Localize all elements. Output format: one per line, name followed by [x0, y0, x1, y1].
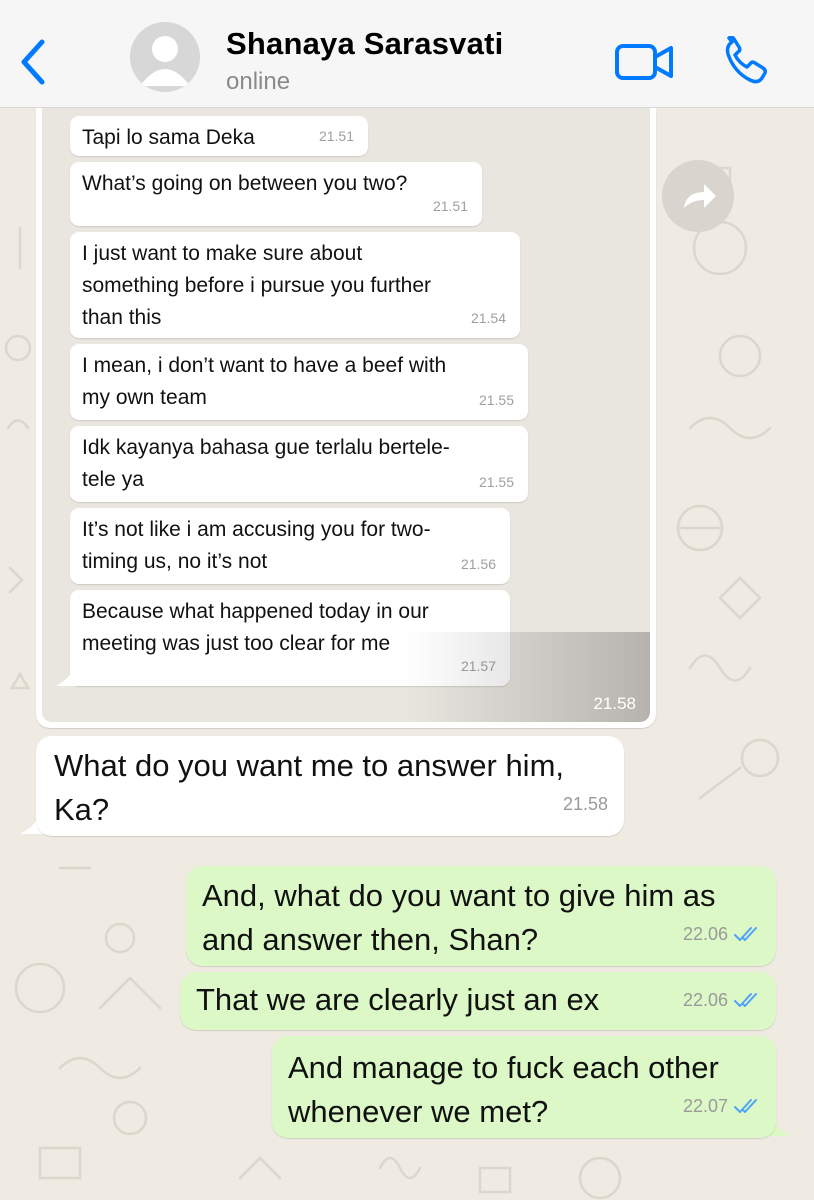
outgoing-message[interactable]: And, what do you want to give him as and… [186, 866, 776, 966]
screenshot-bubble: I mean, i don’t want to have a beef with… [70, 344, 528, 420]
screenshot-bubble-time: 21.57 [460, 658, 496, 674]
incoming-message[interactable]: What do you want me to answer him, Ka? 2… [36, 736, 624, 836]
forward-button[interactable] [662, 160, 734, 232]
screenshot-bubble-time: 21.51 [432, 198, 468, 214]
video-call-button[interactable] [614, 40, 676, 84]
message-line: That we are clearly just an ex [196, 982, 600, 1017]
screenshot-bubble: Because what happened today in our meeti… [70, 590, 510, 686]
message-line: Ka? [54, 792, 110, 827]
message-time: 22.06 [682, 990, 728, 1010]
screenshot-bubble-time: 21.51 [318, 128, 354, 144]
outgoing-message[interactable]: That we are clearly just an ex 22.06 [180, 972, 776, 1030]
double-check-icon [734, 993, 757, 1007]
message-time: 22.07 [682, 1096, 728, 1116]
screenshot-bubble-time: 21.55 [478, 392, 514, 408]
screenshot-bubble-tail [56, 664, 78, 686]
screenshot-bubble-line: Idk kayanya bahasa gue terlalu bertele- [82, 436, 450, 459]
screenshot-bubble: Idk kayanya bahasa gue terlalu bertele- … [70, 426, 528, 502]
message-line: whenever we met? [288, 1094, 549, 1129]
message-line: And, what do you want to give him as [202, 878, 716, 913]
screenshot-bubble: Tapi lo sama Deka 21.51 [70, 116, 368, 156]
message-line: And manage to fuck each other [288, 1050, 719, 1085]
double-check-icon [734, 1099, 757, 1113]
screenshot-bubble-line: meeting was just too clear for me [82, 632, 391, 655]
phone-icon [725, 35, 767, 84]
screenshot-bubble-time: 21.54 [470, 310, 506, 326]
screenshot-bubble: It’s not like i am accusing you for two-… [70, 508, 510, 584]
forward-arrow-icon [684, 184, 716, 208]
voice-call-button[interactable] [722, 35, 774, 86]
message-time: 22.06 [682, 924, 728, 944]
contact-name[interactable]: Shanaya Sarasvati [226, 26, 503, 62]
contact-status: online [226, 68, 291, 95]
chevron-left-icon [21, 39, 45, 85]
screenshot-bubble-line: tele ya [82, 468, 144, 491]
message-line: What do you want me to answer him, [54, 748, 565, 783]
screenshot-bubble-time: 21.55 [478, 474, 514, 490]
screenshot-bubble-line: than this [82, 306, 162, 329]
screenshot-bubble-line: my own team [82, 386, 207, 409]
message-line: and answer then, Shan? [202, 922, 539, 957]
default-avatar-icon [140, 36, 190, 86]
double-check-icon [734, 927, 757, 941]
video-camera-icon [615, 44, 673, 80]
chat-header: Shanaya Sarasvati online [0, 0, 814, 108]
screenshot-bubble-time: 21.56 [460, 556, 496, 572]
screenshot-bubble-line: It’s not like i am accusing you for two- [82, 518, 431, 541]
back-button[interactable] [14, 38, 54, 86]
outgoing-message[interactable]: And manage to fuck each other whenever w… [272, 1036, 776, 1138]
screenshot-bubble: I just want to make sure about something… [70, 232, 520, 338]
screenshot-bubble-line: I mean, i don’t want to have a beef with [82, 354, 447, 377]
screenshot-image: Tapi lo sama Deka 21.51 What’s going on … [42, 108, 650, 722]
screenshot-bubble-line: I just want to make sure about [82, 242, 363, 265]
screenshot-bubble-line: timing us, no it’s not [82, 550, 268, 573]
screenshot-bubble-line: something before i pursue you further [82, 274, 432, 297]
forwarded-screenshot-message[interactable]: Tapi lo sama Deka 21.51 What’s going on … [36, 108, 656, 728]
avatar[interactable] [130, 22, 200, 92]
screenshot-bubble: What’s going on between you two? 21.51 [70, 162, 482, 226]
message-time: 21.58 [593, 694, 636, 713]
screenshot-bubble-text: What’s going on between you two? [82, 172, 408, 195]
message-time: 21.58 [562, 794, 608, 814]
screenshot-bubble-line: Because what happened today in our [82, 600, 429, 623]
screenshot-bubble-text: Tapi lo sama Deka [82, 126, 255, 149]
